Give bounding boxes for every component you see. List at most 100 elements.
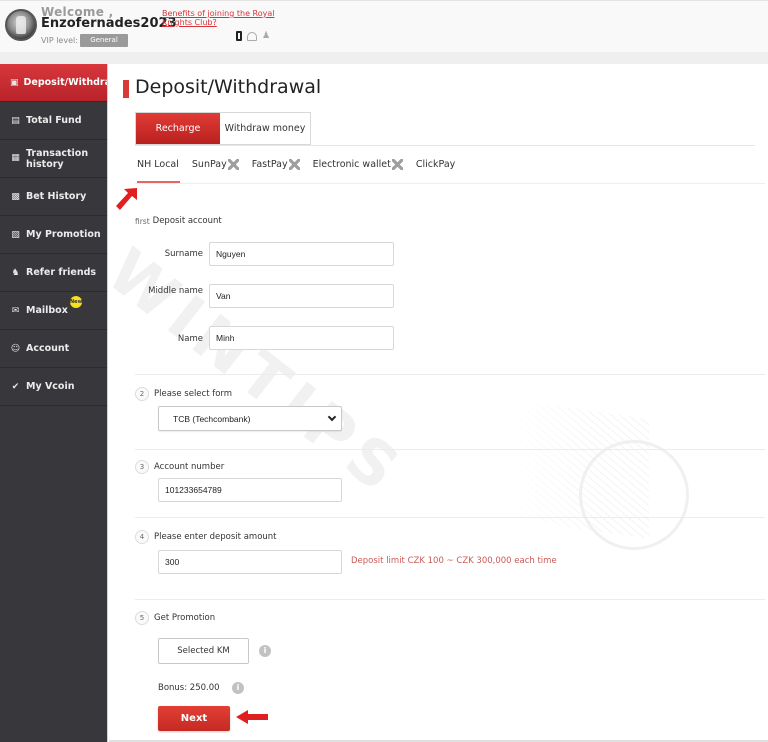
step-label: first	[135, 216, 150, 226]
header-divider	[0, 52, 768, 64]
annotation-arrow-icon	[116, 188, 137, 210]
section-title: Please select form	[154, 389, 233, 399]
sidebar-item-label: Mailbox	[26, 305, 68, 316]
info-icon[interactable]: i	[232, 682, 244, 694]
surname-input[interactable]: Nguyen	[209, 242, 394, 266]
step-number: 3	[135, 460, 149, 474]
pay-methods-divider	[135, 183, 765, 184]
section-title: Deposit account	[152, 216, 222, 226]
main-content: WINTIPS Deposit/Withdrawal Recharge With…	[94, 64, 768, 742]
section-deposit-account: first Deposit account	[135, 216, 222, 226]
section-divider	[135, 599, 765, 600]
section-divider	[135, 374, 765, 375]
deposit-amount-input[interactable]: 300	[158, 550, 342, 574]
sidebar-item-label: Bet History	[26, 191, 87, 202]
sidebar: ▣ Deposit/Withdrawal ▤ Total Fund ▦ Tran…	[0, 64, 108, 742]
tab-withdraw-money[interactable]: Withdraw money	[220, 113, 310, 144]
sidebar-item-label: Refer friends	[26, 267, 97, 278]
vip-level-badge: General	[80, 34, 128, 47]
name-input[interactable]: Minh	[209, 326, 394, 350]
section-get-promotion: 5 Get Promotion	[135, 611, 215, 625]
annotation-arrow-icon	[236, 710, 268, 724]
step-number: 2	[135, 387, 149, 401]
sidebar-item-mailbox[interactable]: ✉ Mailbox New	[0, 292, 107, 330]
step-number: 5	[135, 611, 149, 625]
sidebar-item-bet-history[interactable]: ▩ Bet History	[0, 178, 107, 216]
sidebar-item-label: My Promotion	[26, 229, 101, 240]
pay-method-label: NH Local	[137, 159, 179, 170]
header: Welcome , Enzofernades2023 VIP level: Ge…	[0, 0, 768, 52]
section-divider	[135, 517, 765, 518]
section-title: Get Promotion	[154, 613, 216, 623]
mailbox-icon: ✉	[11, 305, 20, 316]
watermark-ball-logo	[579, 440, 689, 550]
middle-name-label: Middle name	[148, 286, 203, 296]
pay-method-clickpay[interactable]: ClickPay	[416, 159, 455, 170]
sidebar-item-my-vcoin[interactable]: ✔ My Vcoin	[0, 368, 107, 406]
pay-method-sunpay[interactable]: SunPay	[192, 159, 239, 170]
next-button[interactable]: Next	[158, 706, 230, 731]
section-deposit-amount: 4 Please enter deposit amount	[135, 530, 277, 544]
sidebar-item-my-promotion[interactable]: ▧ My Promotion	[0, 216, 107, 254]
tabs-divider	[135, 145, 755, 146]
step-number: 4	[135, 530, 149, 544]
sidebar-item-label: Deposit/Withdrawal	[23, 77, 107, 88]
sidebar-item-deposit-withdrawal[interactable]: ▣ Deposit/Withdrawal	[0, 64, 107, 102]
account-number-input[interactable]: 101233654789	[158, 478, 342, 502]
phone-icon[interactable]	[236, 31, 242, 41]
middle-name-input[interactable]: Van	[209, 284, 394, 308]
sidebar-item-transaction-history[interactable]: ▦ Transaction history	[0, 140, 107, 178]
chevron-down-icon	[327, 412, 337, 422]
bet-history-icon: ▩	[11, 191, 20, 202]
transaction-icon: ▦	[11, 153, 20, 163]
bank-select[interactable]: TCB (Techcombank)	[158, 406, 342, 431]
sidebar-item-label: Total Fund	[26, 115, 82, 126]
wallet-icon: ▣	[10, 77, 19, 88]
pay-method-nh-local[interactable]: NH Local	[137, 159, 179, 170]
sidebar-item-refer-friends[interactable]: ♞ Refer friends	[0, 254, 107, 292]
qr-code-icon	[288, 159, 300, 170]
mail-icon[interactable]	[247, 31, 257, 41]
info-icon[interactable]: i	[259, 645, 271, 657]
page-title: Deposit/Withdrawal	[135, 76, 322, 98]
header-icons: ♟	[236, 31, 272, 41]
tab-recharge[interactable]: Recharge	[136, 113, 220, 144]
benefits-link[interactable]: Benefits of joining the Royal Knights Cl…	[162, 9, 282, 27]
pay-method-fastpay[interactable]: FastPay	[252, 159, 300, 170]
sidebar-item-total-fund[interactable]: ▤ Total Fund	[0, 102, 107, 140]
section-account-number: 3 Account number	[135, 460, 224, 474]
payment-method-tabs: NH Local SunPay FastPay Electronic walle…	[137, 159, 455, 170]
pay-method-label: ClickPay	[415, 159, 456, 170]
pay-method-label: SunPay	[191, 159, 227, 170]
title-accent-bar	[123, 80, 129, 98]
section-select-form: 2 Please select form	[135, 387, 232, 401]
pay-method-electronic-wallet[interactable]: Electronic wallet	[313, 159, 403, 170]
surname-label: Surname	[164, 249, 203, 259]
avatar[interactable]	[5, 9, 37, 41]
tabs: Recharge Withdraw money	[135, 112, 311, 145]
new-badge: New	[70, 296, 82, 308]
qr-code-icon	[227, 159, 239, 170]
bonus-text: Bonus: 250.00	[158, 683, 220, 693]
promotion-icon: ▧	[11, 229, 20, 240]
refer-icon: ♞	[11, 267, 20, 278]
select-promotion-button[interactable]: Selected KM	[158, 638, 249, 664]
qr-code-icon	[391, 159, 403, 170]
pay-method-label: FastPay	[251, 159, 288, 170]
vcoin-icon: ✔	[11, 381, 20, 392]
section-title: Please enter deposit amount	[154, 532, 277, 542]
vip-label: VIP level:	[41, 36, 78, 45]
section-divider	[135, 449, 765, 450]
user-icon[interactable]: ♟	[262, 31, 272, 41]
bank-select-value: TCB (Techcombank)	[173, 413, 251, 424]
sidebar-item-account[interactable]: ☺ Account	[0, 330, 107, 368]
pay-method-label: Electronic wallet	[312, 159, 391, 170]
deposit-limit-text: Deposit limit CZK 100 ~ CZK 300,000 each…	[351, 556, 557, 566]
account-icon: ☺	[10, 343, 21, 354]
name-label: Name	[177, 334, 203, 344]
sidebar-item-label: My Vcoin	[26, 381, 75, 392]
username: Enzofernades2023	[41, 16, 177, 31]
section-title: Account number	[154, 462, 225, 472]
fund-icon: ▤	[11, 115, 20, 126]
sidebar-item-label: Account	[26, 343, 70, 354]
